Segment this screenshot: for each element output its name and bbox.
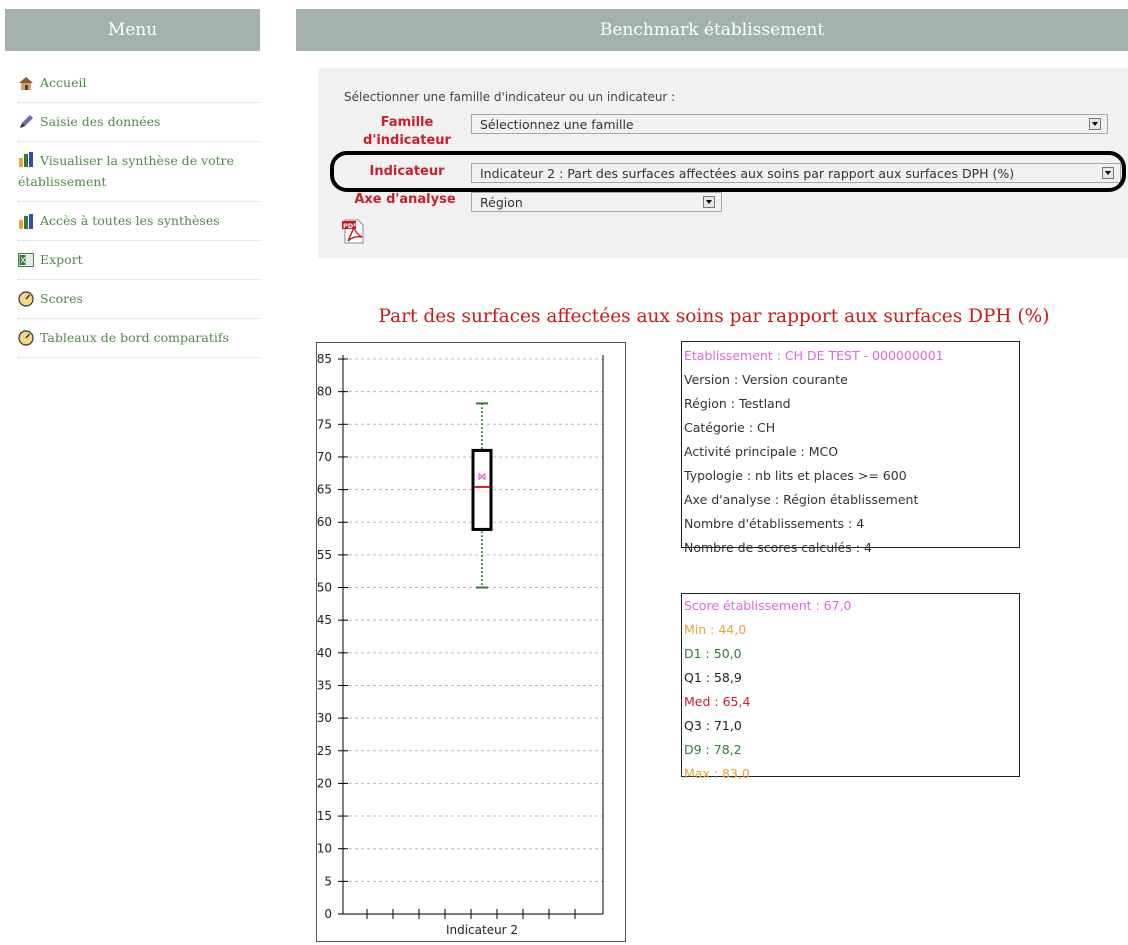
info-etablissement: Etablissement : CH DE TEST - 000000001 — [684, 348, 944, 363]
filter-panel: Sélectionner une famille d'indicateur ou… — [318, 68, 1128, 258]
stat-score: Score établissement : 67,0 — [684, 598, 852, 613]
famille-label: Famille d'indicateur — [363, 115, 451, 148]
svg-text:X: X — [20, 256, 26, 265]
y-tick-label: 10 — [317, 842, 332, 856]
chevron-down-icon[interactable] — [1089, 118, 1101, 130]
stat-q3: Q3 : 71,0 — [684, 718, 742, 733]
box-iqr — [471, 448, 493, 531]
sidebar: Accueil Saisie des données Visualiser la… — [18, 64, 260, 358]
info-region: Région : Testland — [684, 396, 791, 411]
sidebar-item-label: Export — [40, 252, 83, 267]
sidebar-item-acces[interactable]: Accès à toutes les synthèses — [18, 202, 260, 241]
pencil-icon — [20, 115, 33, 128]
info-categorie: Catégorie : CH — [684, 420, 776, 435]
home-icon — [19, 77, 33, 90]
gauge-icon — [18, 330, 34, 346]
svg-text:PDF: PDF — [343, 222, 358, 230]
bar-chart-icon — [19, 214, 33, 229]
stat-min: Min : 44,0 — [684, 622, 747, 637]
y-tick-label: 55 — [317, 548, 332, 562]
axe-select[interactable]: Région — [471, 192, 722, 212]
y-tick-label: 60 — [317, 515, 332, 529]
excel-icon: X — [18, 253, 34, 267]
y-tick-label: 65 — [317, 483, 332, 497]
etablissement-info: Etablissement : CH DE TEST - 000000001 V… — [681, 341, 1020, 555]
stat-max: Max : 83,0 — [684, 766, 750, 781]
info-axe: Axe d'analyse : Région établissement — [684, 492, 919, 507]
sidebar-item-accueil[interactable]: Accueil — [18, 64, 260, 103]
y-tick-label: 75 — [317, 417, 332, 431]
y-tick-label: 40 — [317, 646, 332, 660]
info-activite: Activité principale : MCO — [684, 444, 839, 459]
y-tick-label: 85 — [317, 352, 332, 366]
chevron-down-icon[interactable] — [1102, 167, 1114, 179]
y-tick-label: 80 — [317, 385, 332, 399]
boxplot-chart: 0 5 10 15 20 25 30 35 40 45 50 55 60 65 70 75 80 85 Indica… — [316, 342, 626, 942]
sidebar-item-label: Accès à toutes les synthèses — [40, 213, 220, 228]
stat-d9: D9 : 78,2 — [684, 742, 742, 757]
y-tick-label: 20 — [317, 776, 332, 790]
y-tick-label: 5 — [324, 874, 332, 888]
sidebar-item-label: Scores — [40, 291, 83, 306]
axe-label: Axe d'analyse — [354, 192, 456, 207]
famille-select[interactable]: Sélectionnez une famille — [471, 114, 1108, 134]
sidebar-item-export[interactable]: X Export — [18, 241, 260, 280]
y-tick-label: 0 — [324, 907, 332, 921]
stat-med: Med : 65,4 — [684, 694, 751, 709]
pdf-icon[interactable]: PDF — [342, 218, 366, 245]
y-tick-label: 15 — [317, 809, 332, 823]
page-title: Benchmark établissement — [296, 9, 1128, 51]
chart-title: Part des surfaces affectées aux soins pa… — [378, 306, 1050, 327]
info-nb-scores: Nombre de scores calculés : 4 — [684, 540, 872, 555]
info-nb-etablissements: Nombre d'établissements : 4 — [684, 516, 865, 531]
sidebar-item-scores[interactable]: Scores — [18, 280, 260, 319]
stat-d1: D1 : 50,0 — [684, 646, 742, 661]
filter-instruction: Sélectionner une famille d'indicateur ou… — [344, 90, 676, 104]
indicateur-select[interactable]: Indicateur 2 : Part des surfaces affecté… — [471, 163, 1121, 183]
info-version: Version : Version courante — [684, 372, 848, 387]
y-tick-label: 25 — [317, 744, 332, 758]
sidebar-item-tableaux[interactable]: Tableaux de bord comparatifs — [18, 319, 260, 358]
chevron-down-icon[interactable] — [703, 196, 715, 208]
y-tick-label: 35 — [317, 678, 332, 692]
sidebar-item-label: Visualiser la synthèse de votre établiss… — [18, 153, 235, 189]
menu-header: Menu — [5, 9, 260, 51]
y-tick-label: 70 — [317, 450, 332, 464]
stats-box: Score établissement : 67,0 Min : 44,0 D1… — [681, 593, 1020, 781]
stat-q1: Q1 : 58,9 — [684, 670, 742, 685]
y-tick-label: 50 — [317, 581, 332, 595]
y-tick-label: 45 — [317, 613, 332, 627]
y-tick-label: 30 — [317, 711, 332, 725]
bar-chart-icon — [19, 152, 33, 167]
boxplot-svg: 0 5 10 15 20 25 30 35 40 45 50 55 60 65 70 75 80 85 Indica… — [317, 352, 604, 937]
sidebar-item-label: Saisie des données — [40, 114, 161, 129]
axe-select-value: Région — [480, 195, 523, 210]
sidebar-item-visualiser[interactable]: Visualiser la synthèse de votre établiss… — [18, 142, 260, 202]
sidebar-item-saisie[interactable]: Saisie des données — [18, 103, 260, 142]
x-category-label: Indicateur 2 — [446, 923, 518, 937]
gauge-icon — [18, 291, 34, 307]
sidebar-item-label: Tableaux de bord comparatifs — [40, 330, 229, 345]
indicateur-select-value: Indicateur 2 : Part des surfaces affecté… — [480, 166, 1015, 181]
sidebar-item-label: Accueil — [40, 75, 87, 90]
indicateur-label: Indicateur — [369, 164, 445, 179]
info-typologie: Typologie : nb lits et places >= 600 — [684, 468, 907, 483]
famille-select-value: Sélectionnez une famille — [480, 117, 634, 132]
